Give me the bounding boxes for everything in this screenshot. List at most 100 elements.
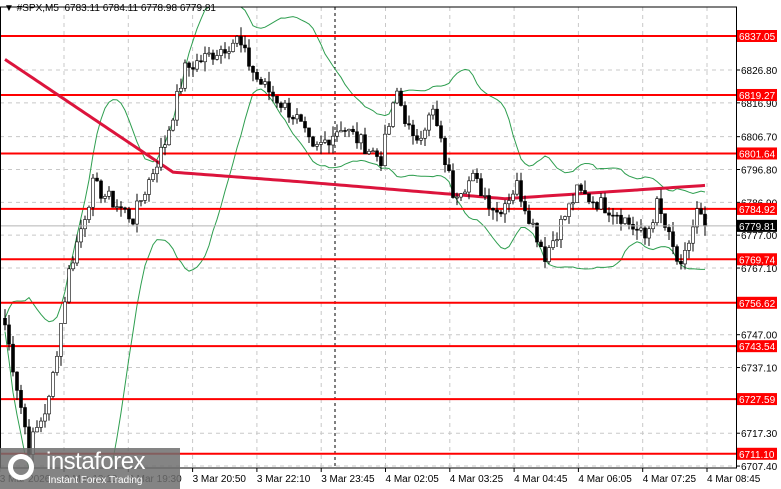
candle-body — [7, 324, 11, 345]
x-tick-label: 3 Mar 23:45 — [321, 474, 375, 485]
candle-body — [699, 208, 703, 215]
candle-body — [503, 203, 507, 215]
candle-body — [43, 413, 47, 422]
candle-body — [55, 356, 59, 373]
candle-body — [147, 179, 151, 195]
candle-body — [339, 130, 343, 133]
candle-body — [259, 79, 263, 85]
candle-body — [559, 219, 563, 240]
candle-body — [83, 219, 87, 230]
candle-body — [19, 390, 23, 408]
y-tick-label: 6717.30 — [741, 429, 778, 440]
candle-body — [91, 177, 95, 208]
candle-body — [111, 190, 115, 208]
candle-body — [563, 216, 567, 220]
x-tick-label: 4 Mar 07:25 — [643, 474, 697, 485]
candle-body — [687, 242, 691, 251]
candle-body — [395, 90, 399, 104]
candle-body — [491, 208, 495, 211]
level-price-label: 6837.05 — [739, 32, 776, 43]
candle-body — [655, 198, 659, 223]
candle-body — [123, 207, 127, 210]
y-tick-label: 6806.70 — [741, 133, 778, 144]
candle-body — [79, 228, 83, 243]
candle-body — [319, 142, 323, 145]
y-tick-label: 6707.40 — [741, 462, 778, 473]
candle-body — [119, 206, 123, 209]
candle-body — [515, 180, 519, 195]
candle-body — [591, 201, 595, 204]
candle-body — [411, 124, 415, 137]
candle-body — [639, 227, 643, 231]
candle-body — [287, 102, 291, 118]
candle-body — [307, 127, 311, 138]
candle-body — [171, 119, 175, 131]
candle-body — [511, 193, 515, 201]
x-tick-label: 4 Mar 03:25 — [450, 474, 504, 485]
candle-body — [631, 224, 635, 230]
instaforex-logo: instaforex Instant Forex Trading — [0, 448, 180, 489]
candle-body — [595, 202, 599, 210]
y-tick-label: 6826.80 — [741, 66, 778, 77]
candle-body — [215, 55, 219, 60]
candle-body — [527, 210, 531, 224]
candle-body — [391, 102, 395, 127]
candle-body — [107, 190, 111, 197]
candle-body — [571, 202, 575, 205]
candle-body — [231, 42, 235, 52]
candle-body — [47, 396, 51, 415]
level-price-label: 6819.27 — [739, 91, 776, 102]
candle-body — [615, 214, 619, 217]
candle-body — [671, 231, 675, 247]
candle-body — [575, 184, 579, 203]
bollinger-lower — [4, 88, 706, 469]
candle-body — [175, 91, 179, 121]
candle-body — [207, 52, 211, 55]
level-price-label: 6727.59 — [739, 395, 776, 406]
x-tick-label: 4 Mar 06:05 — [578, 474, 632, 485]
triangle-icon[interactable]: ▼ — [4, 3, 17, 14]
y-tick-label: 6747.00 — [741, 331, 778, 342]
logo-brand: instaforex — [46, 448, 146, 475]
candle-body — [51, 372, 55, 397]
current-price-label: 6779.81 — [739, 222, 776, 233]
close-value: 6779.81 — [179, 3, 216, 14]
candle-body — [659, 198, 663, 215]
candle-body — [167, 129, 171, 146]
candle-body — [475, 173, 479, 179]
candle-body — [283, 102, 287, 108]
candle-body — [311, 136, 315, 147]
candle-body — [139, 200, 143, 202]
candle-body — [255, 72, 259, 80]
price-chart[interactable]: 6826.806816.906806.706796.806786.906777.… — [0, 0, 781, 489]
low-value: 6778.98 — [140, 3, 178, 14]
candle-body — [303, 121, 307, 129]
candle-body — [23, 407, 27, 428]
candle-body — [487, 195, 491, 209]
candle-body — [187, 62, 191, 68]
candle-body — [675, 246, 679, 262]
candle-body — [159, 147, 163, 168]
candle-body — [603, 197, 607, 214]
candle-body — [375, 150, 379, 157]
candle-body — [479, 178, 483, 197]
candle-body — [359, 134, 363, 144]
candle-body — [371, 150, 375, 153]
x-tick-label: 4 Mar 08:45 — [707, 474, 761, 485]
candle-body — [467, 180, 471, 193]
candle-body — [247, 47, 251, 67]
candle-body — [547, 247, 551, 262]
candle-body — [267, 81, 271, 93]
candle-body — [135, 200, 139, 225]
candle-body — [579, 184, 583, 191]
candle-body — [499, 211, 503, 215]
candle-body — [291, 116, 295, 120]
candle-body — [163, 144, 167, 148]
candle-body — [431, 108, 435, 116]
level-price-label: 6769.74 — [739, 255, 776, 266]
candle-body — [227, 51, 231, 54]
candle-body — [627, 217, 631, 225]
level-price-label: 6784.92 — [739, 205, 776, 216]
candle-body — [223, 49, 227, 54]
candle-body — [599, 197, 603, 210]
